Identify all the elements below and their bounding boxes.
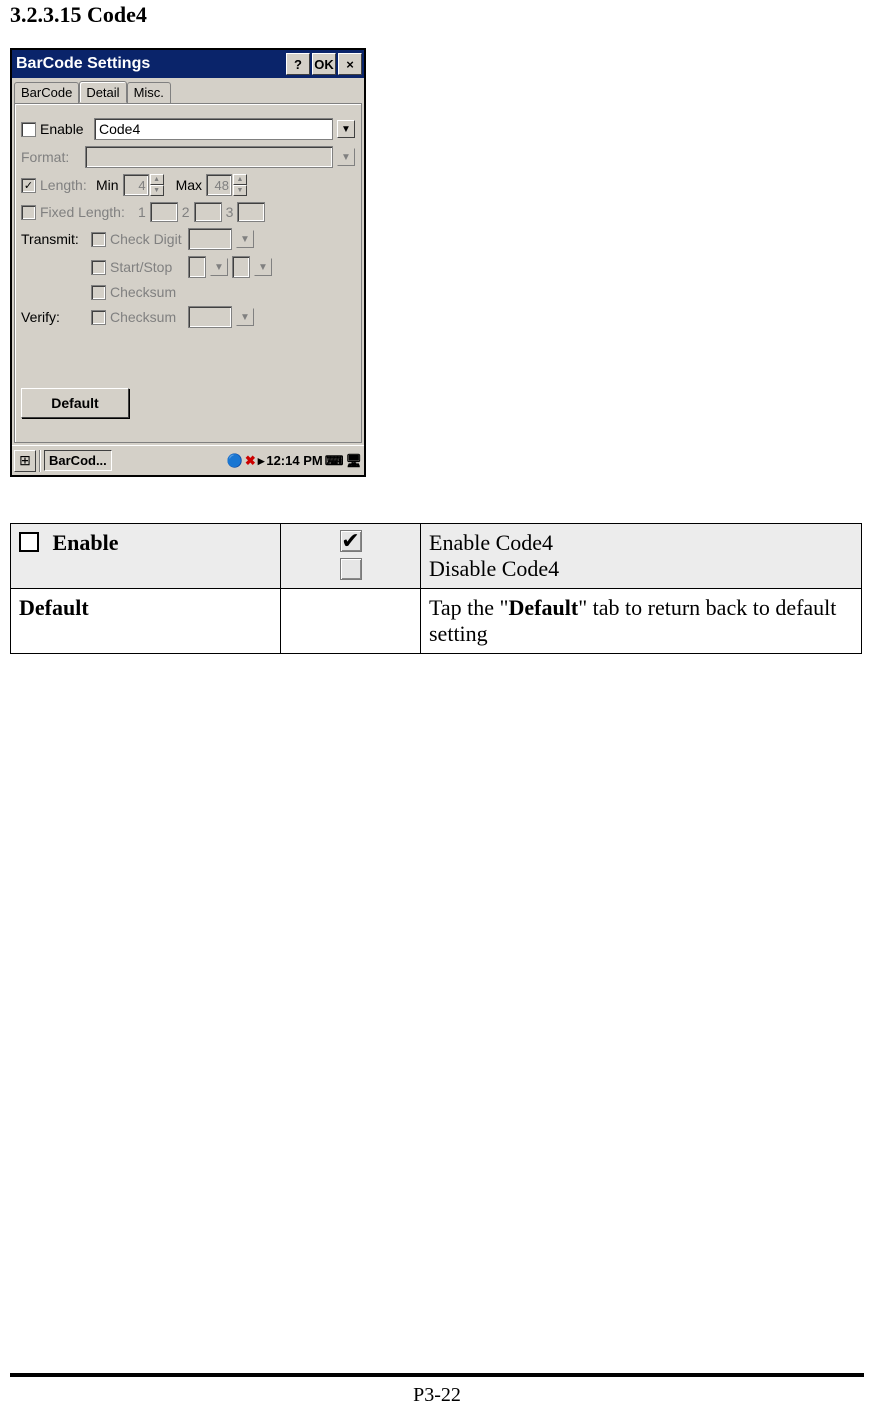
transmit-startstop-select1 [188, 256, 206, 278]
speaker-icon[interactable]: ▸ [258, 453, 265, 469]
opt-default-desc-prefix: Tap the " [429, 595, 509, 620]
help-button[interactable]: ? [286, 53, 310, 75]
fixed3-label: 3 [226, 204, 234, 220]
transmit-checkdigit-select [188, 228, 232, 250]
opt-default-icon [281, 589, 421, 654]
verify-label: Verify: [21, 309, 87, 325]
verify-checksum-label: Checksum [110, 309, 184, 325]
code-select-arrow[interactable]: ▼ [337, 120, 355, 138]
tabs: BarCode Detail Misc. [14, 82, 362, 104]
transmit-startstop-checkbox [91, 260, 106, 275]
fixedlength-label: Fixed Length: [40, 204, 134, 220]
footer-rule [10, 1373, 864, 1377]
length-label: Length: [40, 177, 92, 193]
opt-enable-desc-unchecked: Disable Code4 [429, 556, 853, 582]
start-button[interactable]: ⊞ [14, 450, 36, 472]
desktop-icon[interactable]: 🖥 [345, 453, 362, 469]
verify-checksum-arrow: ▼ [236, 308, 254, 326]
max-up[interactable]: ▲ [233, 174, 247, 185]
max-label: Max [176, 177, 202, 193]
fixed1-input [150, 202, 178, 222]
fixed1-label: 1 [138, 204, 146, 220]
min-value: 4 [123, 174, 149, 196]
checked-icon: ✔ [340, 530, 362, 552]
titlebar: BarCode Settings ? OK × [12, 50, 364, 78]
signal-icon[interactable]: ✖ [245, 453, 256, 469]
transmit-startstop-select2 [232, 256, 250, 278]
transmit-label: Transmit: [21, 231, 87, 247]
transmit-startstop-arrow1: ▼ [210, 258, 228, 276]
chevron-down-icon: ▼ [341, 124, 351, 135]
windows-flag-icon: ⊞ [19, 452, 31, 469]
tabpage-detail: Enable Code4 ▼ Format: ▼ ✓ Length: Min [14, 103, 362, 443]
opt-default-desc-bold: Default [509, 595, 579, 620]
enable-label: Enable [40, 121, 90, 137]
fixedlength-checkbox [21, 205, 36, 220]
close-button[interactable]: × [338, 53, 362, 75]
max-down[interactable]: ▼ [233, 185, 247, 196]
min-down[interactable]: ▼ [150, 185, 164, 196]
format-select [85, 146, 333, 168]
verify-checksum-select [188, 306, 232, 328]
taskbar-app[interactable]: BarCod... [44, 450, 112, 471]
page-number: P3-22 [0, 1384, 874, 1407]
transmit-checksum-label: Checksum [110, 284, 176, 300]
taskbar: ⊞ BarCod... 🔵 ✖ ▸ 12:14 PM ⌨ 🖥 [12, 445, 364, 475]
opt-enable-cell: Enable [11, 524, 281, 589]
taskbar-time: 12:14 PM [266, 453, 322, 468]
chevron-down-icon: ▼ [240, 312, 250, 323]
chevron-down-icon: ▼ [240, 234, 250, 245]
default-button[interactable]: Default [21, 388, 129, 418]
tray: 🔵 ✖ ▸ 12:14 PM ⌨ 🖥 [227, 453, 362, 469]
transmit-startstop-arrow2: ▼ [254, 258, 272, 276]
keyboard-icon[interactable]: ⌨ [325, 453, 344, 469]
chevron-down-icon: ▼ [341, 152, 351, 163]
transmit-checkdigit-checkbox [91, 232, 106, 247]
screenshot-window: BarCode Settings ? OK × BarCode Detail M… [10, 48, 366, 477]
fixed2-input [194, 202, 222, 222]
length-checkbox: ✓ [21, 178, 36, 193]
checkbox-icon [19, 532, 39, 552]
code-select[interactable]: Code4 [94, 118, 333, 140]
max-value: 48 [206, 174, 232, 196]
enable-checkbox[interactable] [21, 122, 36, 137]
opt-enable-icons: ✔ [281, 524, 421, 589]
transmit-startstop-label: Start/Stop [110, 259, 184, 275]
options-table: Enable ✔ Enable Code4 Disable Code4 Defa… [10, 523, 862, 654]
transmit-checkdigit-arrow: ▼ [236, 230, 254, 248]
opt-default-desc: Tap the "Default" tab to return back to … [421, 589, 862, 654]
chevron-down-icon: ▼ [258, 262, 268, 273]
opt-enable-desc-checked: Enable Code4 [429, 530, 853, 556]
verify-checksum-checkbox [91, 310, 106, 325]
format-label: Format: [21, 149, 81, 165]
network-icon[interactable]: 🔵 [227, 453, 243, 469]
transmit-checksum-checkbox [91, 285, 106, 300]
fixed2-label: 2 [182, 204, 190, 220]
code-select-value: Code4 [99, 121, 330, 137]
ok-button[interactable]: OK [312, 53, 336, 75]
tab-barcode[interactable]: BarCode [14, 82, 79, 104]
opt-enable-label: Enable [53, 530, 119, 555]
tab-misc[interactable]: Misc. [127, 82, 171, 104]
min-up[interactable]: ▲ [150, 174, 164, 185]
opt-default-label: Default [11, 589, 281, 654]
unchecked-icon [340, 558, 362, 580]
min-label: Min [96, 177, 119, 193]
opt-enable-desc: Enable Code4 Disable Code4 [421, 524, 862, 589]
window-title: BarCode Settings [16, 55, 284, 73]
chevron-down-icon: ▼ [214, 262, 224, 273]
section-heading: 3.2.3.15 Code4 [10, 0, 864, 48]
fixed3-input [237, 202, 265, 222]
max-spinner: 48 ▲▼ [206, 174, 247, 196]
transmit-checkdigit-label: Check Digit [110, 231, 184, 247]
min-spinner: 4 ▲▼ [123, 174, 164, 196]
format-select-arrow: ▼ [337, 148, 355, 166]
tab-detail[interactable]: Detail [79, 81, 126, 103]
